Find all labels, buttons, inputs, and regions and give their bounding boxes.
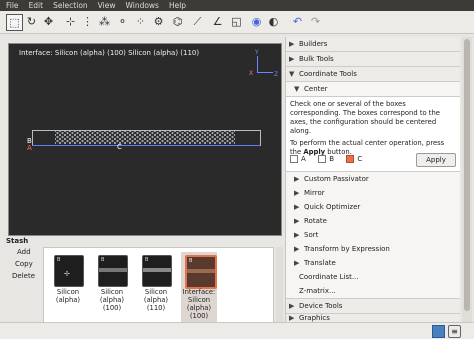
stash-scrollbar[interactable] — [276, 247, 283, 322]
item-mirror[interactable]: ▶ Mirror — [286, 186, 460, 201]
chevron-right-icon: ▶ — [294, 175, 300, 183]
item-rotate[interactable]: ▶ Rotate — [286, 214, 460, 229]
item-custom-passivator[interactable]: ▶ Custom Passivator — [286, 172, 460, 187]
item-quick-optimizer[interactable]: ▶ Quick Optimizer — [286, 200, 460, 215]
angle-icon[interactable]: ∠ — [210, 14, 225, 29]
item-sort[interactable]: ▶ Sort — [286, 228, 460, 243]
axis-y-line — [257, 56, 258, 72]
select-tool-icon[interactable]: ⬚ — [6, 14, 23, 31]
3d-viewport[interactable]: Interface: Silicon (alpha) (100) Silicon… — [8, 43, 282, 236]
checkbox-c[interactable]: C — [346, 155, 362, 163]
redo-icon[interactable]: ↷ — [308, 14, 323, 29]
axis-z-line — [257, 72, 273, 73]
section-device-tools[interactable]: ▶ Device Tools — [286, 299, 460, 314]
section-graphics[interactable]: ▶ Graphics — [286, 314, 460, 322]
chevron-right-icon: ▶ — [289, 55, 295, 63]
chevron-right-icon: ▶ — [294, 203, 300, 211]
select-atoms-icon[interactable]: ⊹ — [63, 14, 78, 29]
select-molecule-icon[interactable]: ⋮ — [80, 14, 95, 29]
camera-icon[interactable]: ◐ — [266, 14, 281, 29]
stash-copy-button[interactable]: Copy — [15, 260, 33, 268]
menu-windows[interactable]: Windows — [125, 1, 158, 10]
axis-x-label: X — [249, 70, 254, 77]
chevron-right-icon: ▶ — [289, 302, 295, 310]
select-all-icon[interactable]: ⁘ — [133, 14, 148, 29]
chevron-down-icon: ▼ — [294, 85, 300, 93]
status-bar: ≡ — [0, 322, 474, 339]
menu-edit[interactable]: Edit — [29, 1, 44, 10]
undo-icon[interactable]: ↶ — [290, 14, 305, 29]
scrollbar-thumb[interactable] — [464, 39, 470, 311]
item-coordinate-list[interactable]: Coordinate List... — [286, 270, 460, 285]
menu-file[interactable]: File — [6, 1, 19, 10]
section-bulk-tools[interactable]: ▶ Bulk Tools — [286, 52, 460, 67]
perspective-icon[interactable]: ◉ — [249, 14, 264, 29]
checkbox-b[interactable]: B — [318, 155, 334, 163]
axis-glyph-icon: ✢ — [64, 270, 70, 278]
item-transform-by-expression[interactable]: ▶ Transform by Expression — [286, 242, 460, 257]
stash-title: Stash — [6, 237, 29, 245]
checkbox-c-box[interactable] — [346, 155, 355, 163]
move-tool-icon[interactable]: ✥ — [41, 14, 56, 29]
stash-thumb-silicon[interactable]: B ✢ — [54, 255, 84, 287]
checkbox-a[interactable]: A — [290, 155, 306, 163]
section-coordinate-tools[interactable]: ▼ Coordinate Tools — [286, 67, 460, 82]
bonds-icon[interactable]: ⌬ — [170, 14, 185, 29]
section-builders[interactable]: ▶ Builders — [286, 37, 460, 52]
chevron-right-icon: ▶ — [289, 314, 295, 322]
cell-axis-line — [32, 145, 260, 146]
menu-bar: File Edit Selection View Windows Help — [0, 0, 474, 11]
tools-panel: ▶ Builders ▶ Bulk Tools ▼ Coordinate Tools … — [285, 37, 460, 322]
center-description: Check one or several of the boxes corres… — [290, 100, 440, 135]
measure-icon[interactable]: ⟋ — [190, 14, 205, 29]
unit-cell-icon[interactable]: ◱ — [229, 14, 244, 29]
chevron-right-icon: ▶ — [294, 259, 300, 267]
stash-caption: Interface: Silicon (alpha) (100) — [182, 288, 216, 320]
toolbar: ⬚ ↻ ✥ ⊹ ⋮ ⁂ ⚬ ⁘ ⚙ ⌬ ⟋ ∠ ◱ ◉ ◐ ↶ ↷ — [0, 11, 474, 34]
atom-structure[interactable] — [55, 131, 235, 144]
viewport-title: Interface: Silicon (alpha) (100) Silicon… — [19, 49, 200, 57]
subsection-center[interactable]: ▼ Center — [286, 82, 460, 97]
stash-thumb-silicon-110[interactable]: B — [142, 255, 172, 287]
axis-z-label: Z — [274, 71, 279, 78]
center-panel: Check one or several of the boxes corres… — [286, 97, 460, 172]
rotate-tool-icon[interactable]: ↻ — [24, 14, 39, 29]
item-translate[interactable]: ▶ Translate — [286, 256, 460, 271]
chevron-right-icon: ▶ — [294, 217, 300, 225]
cell-label-a: A — [27, 144, 32, 152]
panel-scrollbar[interactable] — [462, 37, 472, 322]
chevron-right-icon: ▶ — [289, 40, 295, 48]
menu-help[interactable]: Help — [169, 1, 186, 10]
stash-caption: Silicon (alpha) (110) — [143, 288, 169, 312]
settings-icon[interactable]: ⚙ — [151, 14, 166, 29]
stash-caption: Silicon (alpha) (100) — [99, 288, 125, 312]
select-cluster-icon[interactable]: ⁂ — [97, 14, 112, 29]
save-icon[interactable] — [432, 325, 445, 338]
chevron-right-icon: ▶ — [294, 231, 300, 239]
stash-caption: Silicon (alpha) — [55, 288, 81, 304]
stash-list: B ✢ Silicon (alpha) B Silicon (alpha) (100)… — [43, 247, 274, 324]
apply-button[interactable]: Apply — [416, 153, 456, 167]
stash-add-button[interactable]: Add — [17, 248, 31, 256]
item-z-matrix[interactable]: Z-matrix... — [286, 284, 460, 299]
menu-selection[interactable]: Selection — [53, 1, 88, 10]
select-region-icon[interactable]: ⚬ — [115, 14, 130, 29]
chevron-right-icon: ▶ — [294, 189, 300, 197]
axis-y-label: Y — [255, 49, 259, 56]
stash-delete-button[interactable]: Delete — [12, 272, 35, 280]
log-icon[interactable]: ≡ — [448, 325, 461, 338]
checkbox-a-box[interactable] — [290, 155, 298, 163]
chevron-down-icon: ▼ — [289, 70, 295, 78]
checkbox-b-box[interactable] — [318, 155, 327, 163]
stash-thumb-interface[interactable]: B — [185, 255, 217, 289]
chevron-right-icon: ▶ — [294, 245, 300, 253]
menu-view[interactable]: View — [98, 1, 116, 10]
stash-thumb-silicon-100[interactable]: B — [98, 255, 128, 287]
cell-label-c: C — [117, 143, 122, 151]
